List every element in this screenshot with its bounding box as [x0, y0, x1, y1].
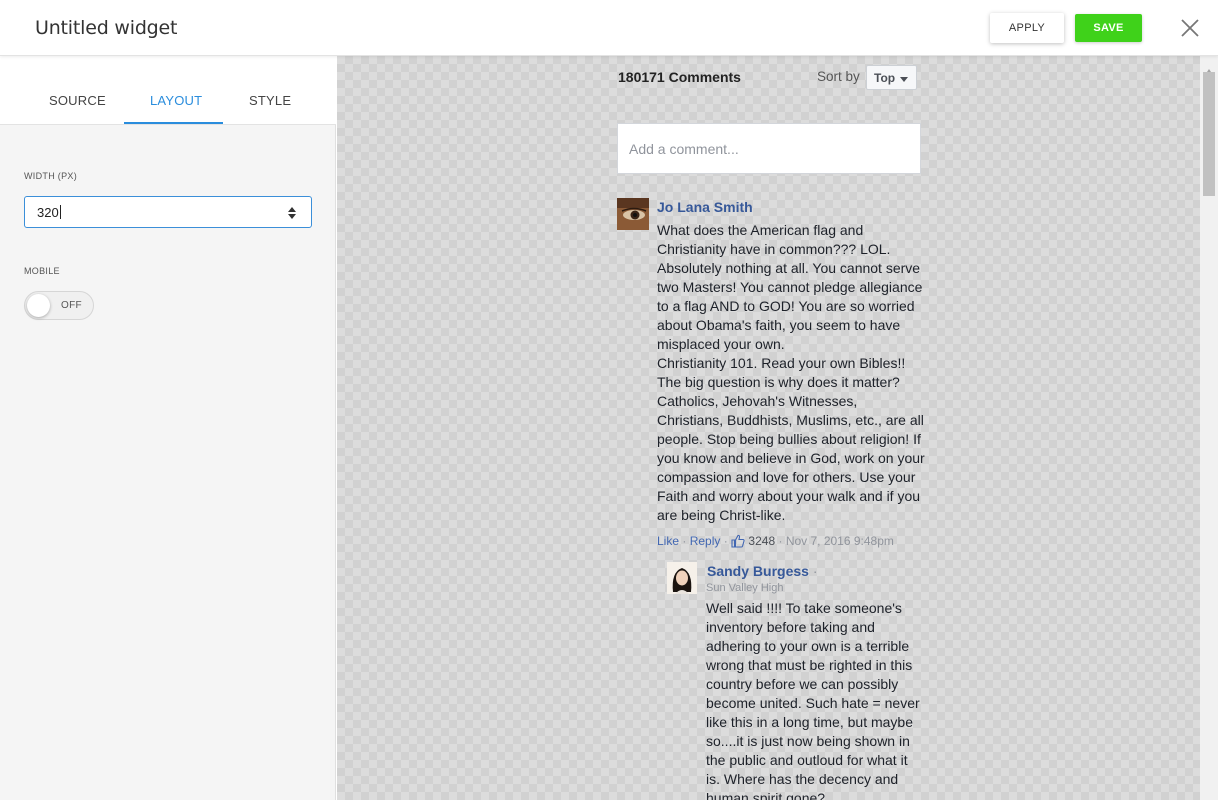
apply-button[interactable]: APPLY — [990, 13, 1064, 43]
author-affiliation[interactable]: Sun Valley High — [706, 582, 783, 594]
spinner-arrows-icon[interactable] — [287, 206, 297, 220]
caret-down-icon — [900, 77, 908, 82]
tab-layout[interactable]: LAYOUT — [150, 93, 202, 108]
width-label: WIDTH (PX) — [24, 171, 77, 181]
sort-value: Top — [874, 71, 896, 85]
scroll-up-icon[interactable] — [1205, 62, 1213, 75]
reply-text: Well said !!!! To take someone's invento… — [706, 600, 920, 800]
comment-date[interactable]: Nov 7, 2016 9:48pm — [786, 534, 894, 548]
tab-source[interactable]: SOURCE — [49, 93, 106, 108]
comment-actions: Like · Reply · 3248 · Nov 7, 2016 9:48pm — [657, 534, 894, 548]
avatar[interactable] — [667, 562, 697, 594]
width-value: 320 — [37, 205, 61, 220]
thumbs-up-icon — [731, 534, 745, 548]
comments-count: 180171 Comments — [618, 69, 741, 85]
reply-link[interactable]: Reply — [690, 534, 721, 548]
comment-text: What does the American flag and Christia… — [657, 222, 925, 523]
mobile-label: MOBILE — [24, 266, 60, 276]
top-bar: Untitled widget APPLY SAVE — [0, 0, 1218, 56]
widget-preview: 180171 Comments Sort by Top Add a commen… — [337, 56, 1200, 800]
avatar[interactable] — [617, 198, 649, 230]
settings-tabs: SOURCE LAYOUT STYLE — [0, 56, 336, 125]
sort-dropdown[interactable]: Top — [866, 65, 917, 90]
toggle-knob — [27, 294, 50, 317]
reply-author: Sandy Burgess · — [707, 563, 818, 579]
widget-title[interactable]: Untitled widget — [35, 17, 177, 39]
mobile-toggle[interactable]: OFF — [24, 291, 94, 320]
close-icon[interactable] — [1178, 16, 1202, 40]
comment-placeholder: Add a comment... — [629, 141, 739, 157]
scrollbar-thumb[interactable] — [1203, 72, 1215, 196]
active-tab-indicator — [124, 122, 223, 124]
toggle-state-label: OFF — [61, 300, 82, 311]
settings-panel: SOURCE LAYOUT STYLE WIDTH (PX) 320 MOBIL… — [0, 56, 336, 800]
tab-style[interactable]: STYLE — [249, 93, 291, 108]
comment-input[interactable]: Add a comment... — [617, 123, 921, 174]
preview-scrollbar[interactable] — [1200, 56, 1218, 800]
like-count: 3248 — [748, 534, 776, 548]
width-input[interactable]: 320 — [24, 196, 312, 228]
sort-label: Sort by — [817, 69, 860, 84]
save-button[interactable]: SAVE — [1075, 14, 1142, 42]
comment-author[interactable]: Jo Lana Smith — [657, 199, 753, 215]
like-link[interactable]: Like — [657, 534, 679, 548]
text-caret — [59, 205, 61, 219]
